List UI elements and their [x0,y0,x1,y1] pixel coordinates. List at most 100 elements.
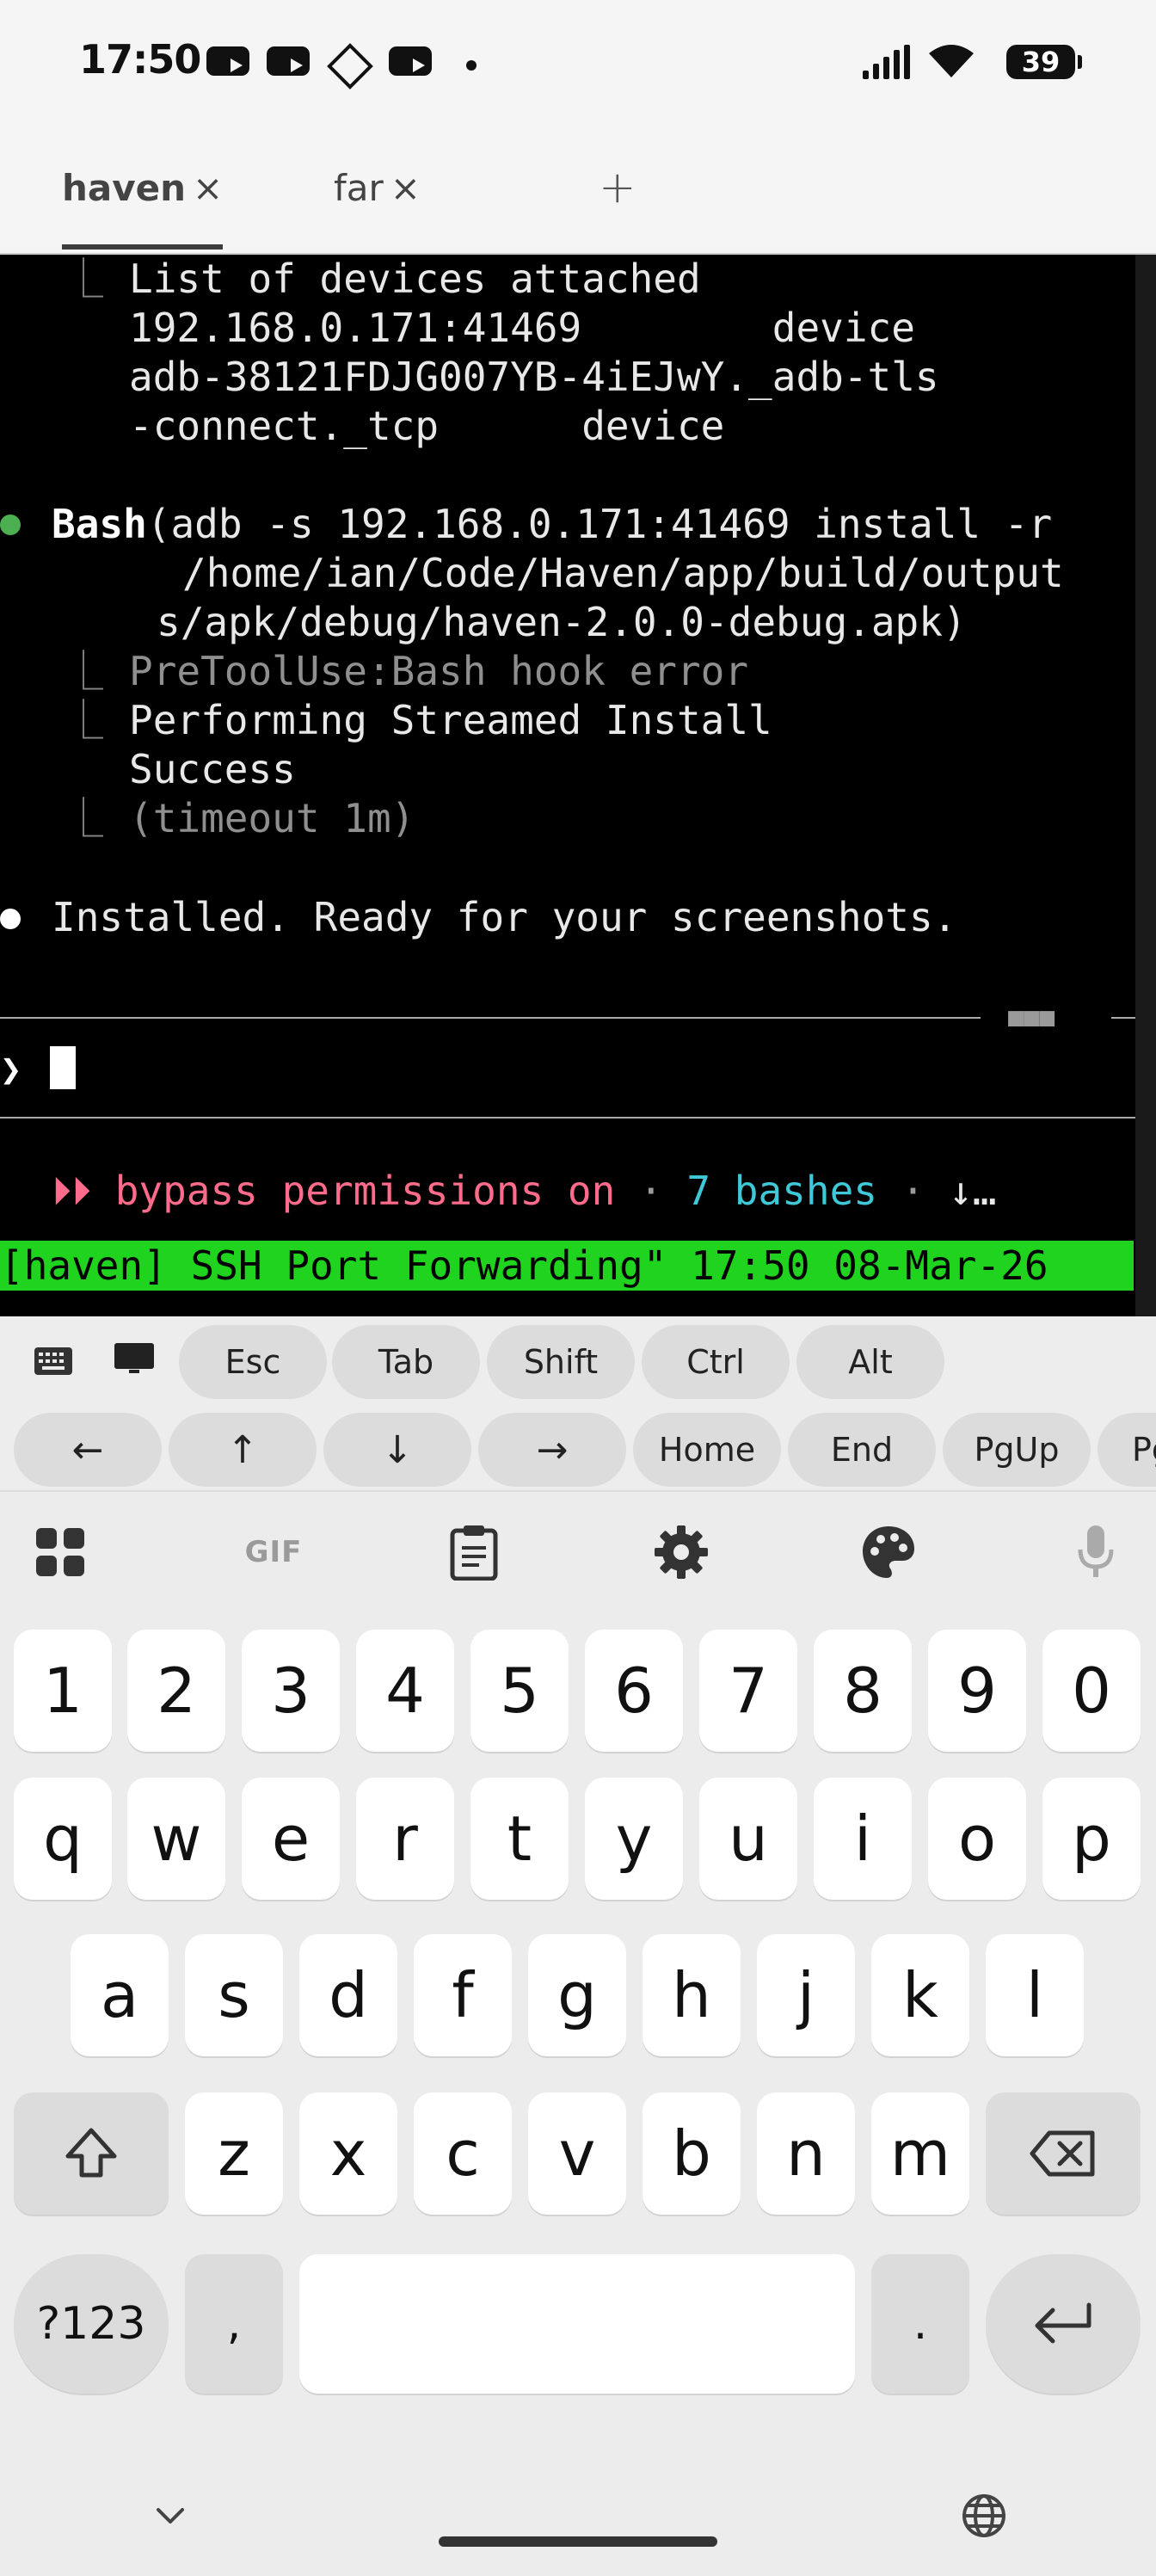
clipboard-icon[interactable] [440,1518,508,1587]
tree-bracket: ⎿ [64,795,103,841]
keyboard-icon[interactable] [29,1337,77,1385]
key-1[interactable]: 1 [14,1630,112,1752]
key-j[interactable]: j [757,1934,855,2056]
arrow-left-key[interactable]: ← [14,1413,162,1487]
palette-icon[interactable] [854,1518,923,1587]
symbols-key[interactable]: ?123 [14,2254,169,2394]
key-t[interactable]: t [470,1778,569,1900]
terminal-scrollbar[interactable] [1135,255,1156,1316]
key-d[interactable]: d [299,1934,397,2056]
status-bar: 17:50 39 [0,0,1156,129]
bash-command-line: Bash(adb -s 192.168.0.171:41469 install … [52,500,1052,549]
key-s[interactable]: s [185,1934,283,2056]
key-4[interactable]: 4 [356,1630,454,1752]
bashes-count: 7 bashes [686,1168,877,1214]
key-5[interactable]: 5 [470,1630,569,1752]
divider [0,1017,981,1019]
terminal-line: List of devices attached [129,256,701,302]
tree-bracket: ⎿ [64,697,103,743]
key-8[interactable]: 8 [814,1630,912,1752]
key-l[interactable]: l [986,1934,1084,2056]
key-c[interactable]: c [414,2092,512,2215]
esc-key[interactable]: Esc [179,1325,327,1399]
hook-error-line: PreToolUse:Bash hook error [129,648,749,694]
key-6[interactable]: 6 [585,1630,683,1752]
assistant-message: Installed. Ready for your screenshots. [52,894,957,940]
key-h[interactable]: h [643,1934,741,2056]
tab-key[interactable]: Tab [332,1325,480,1399]
tab-label: haven [62,167,187,209]
key-9[interactable]: 9 [928,1630,1026,1752]
key-e[interactable]: e [242,1778,340,1900]
key-w[interactable]: w [127,1778,225,1900]
arrow-right-key[interactable]: → [478,1413,626,1487]
key-2[interactable]: 2 [127,1630,225,1752]
key-b[interactable]: b [643,2092,741,2215]
key-z[interactable]: z [185,2092,283,2215]
divider [0,1117,1135,1119]
key-q[interactable]: q [14,1778,112,1900]
space-key[interactable] [299,2254,855,2394]
arrow-down-key[interactable]: ↓ [323,1413,471,1487]
enter-key[interactable] [986,2254,1141,2394]
key-a[interactable]: a [71,1934,169,2056]
key-f[interactable]: f [414,1934,512,2056]
terminal-line: adb-38121FDJG007YB-4iEJwY._adb-tls [129,354,939,400]
apps-grid-icon[interactable] [26,1518,95,1587]
globe-icon[interactable] [958,2490,1010,2542]
key-n[interactable]: n [757,2092,855,2215]
terminal-view[interactable]: ⎿ List of devices attached 192.168.0.171… [0,255,1156,1316]
success-bullet-icon [0,515,21,535]
battery-icon: 39 [1006,45,1082,79]
chevron-down-icon[interactable] [146,2492,194,2540]
ctrl-key[interactable]: Ctrl [642,1325,790,1399]
key-7[interactable]: 7 [699,1630,797,1752]
wifi-icon [929,45,974,77]
key-0[interactable]: 0 [1042,1630,1141,1752]
settings-gear-icon[interactable] [647,1518,716,1587]
key-i[interactable]: i [814,1778,912,1900]
tab-bar: haven × far × [0,129,1156,255]
terminal-line: -connect._tcp device [129,403,725,449]
pgup-key[interactable]: PgUp [943,1413,1091,1487]
terminal-line: Success [129,746,296,792]
key-u[interactable]: u [699,1778,797,1900]
tab-haven[interactable]: haven × [62,167,224,250]
key-k[interactable]: k [871,1934,969,2056]
clock: 17:50 [79,36,201,83]
key-x[interactable]: x [299,2092,397,2215]
text-cursor [50,1046,76,1089]
diamond-icon [327,43,373,89]
shift-key[interactable] [14,2092,169,2215]
end-key[interactable]: End [788,1413,936,1487]
key-r[interactable]: r [356,1778,454,1900]
backspace-key[interactable] [986,2092,1141,2215]
close-tab-icon[interactable]: × [193,167,223,209]
enter-arrow-icon [1035,2302,1091,2344]
prompt-caret: ❯ [0,1048,22,1090]
terminal-line: s/apk/debug/haven-2.0.0-debug.apk) [157,599,967,645]
shift-key[interactable]: Shift [487,1325,635,1399]
key-p[interactable]: p [1042,1778,1141,1900]
gif-icon[interactable]: GIF [231,1518,317,1587]
key-3[interactable]: 3 [242,1630,340,1752]
key-m[interactable]: m [871,2092,969,2215]
monitor-icon[interactable] [110,1335,158,1384]
tab-label: far [334,167,384,209]
key-v[interactable]: v [528,2092,626,2215]
alt-key[interactable]: Alt [796,1325,944,1399]
comma-key[interactable]: , [185,2254,283,2394]
key-g[interactable]: g [528,1934,626,2056]
home-indicator[interactable] [439,2536,717,2547]
key-y[interactable]: y [585,1778,683,1900]
tab-far[interactable]: far × [334,167,421,244]
extra-keys-bar: Esc Tab Shift Ctrl Alt ← ↑ ↓ → Home End … [0,1316,1156,1488]
add-tab-button[interactable]: + [599,162,636,213]
close-tab-icon[interactable]: × [390,167,421,209]
key-o[interactable]: o [928,1778,1026,1900]
home-key[interactable]: Home [633,1413,781,1487]
pgdn-key[interactable]: Pg [1098,1413,1156,1487]
microphone-icon[interactable] [1061,1518,1130,1587]
arrow-up-key[interactable]: ↑ [169,1413,317,1487]
period-key[interactable]: . [871,2254,969,2394]
